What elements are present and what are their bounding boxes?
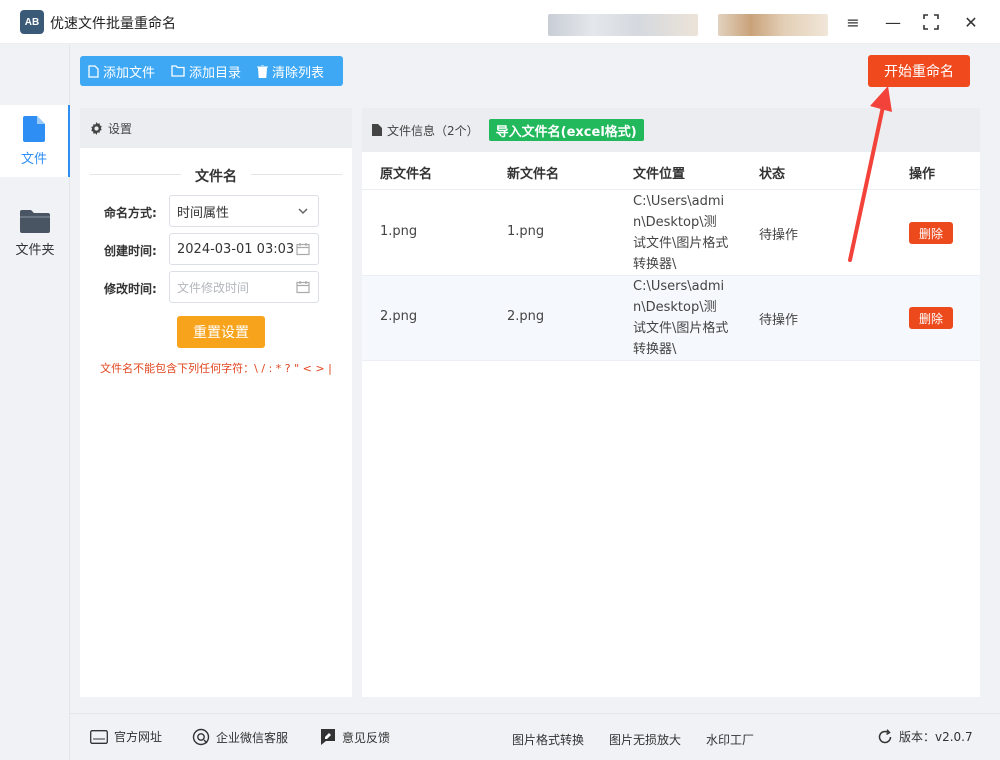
column-header[interactable]: 原文件名 [380,163,432,182]
footer: 官方网址 企业微信客服 意见反馈 图片格式转换 图片无损放大 水印工厂 版本：v… [70,713,1000,760]
official-website-label: 官方网址 [114,730,163,744]
nav-item-folder[interactable]: 文件夹 [0,197,70,269]
file-count: （2个） [435,123,479,138]
nav-item-label: 文件夹 [15,242,55,258]
settings-header: 设置 [80,108,352,148]
new-filename: 1.png [507,224,545,239]
minimize-button[interactable]: — [881,10,905,34]
wechat-icon [192,728,210,746]
file-icon [23,115,45,142]
column-header[interactable]: 操作 [909,163,935,182]
clear-list-label: 清除列表 [272,65,325,81]
add-directory-label: 添加目录 [189,65,242,81]
table-row[interactable]: 2.png 2.png C:\Users\admin\Desktop\测试文件\… [362,276,980,361]
file-outline-icon [88,64,99,78]
nav-item-label: 文件 [20,151,47,167]
reset-settings-button[interactable]: 重置设置 [177,316,265,348]
chevron-down-icon [298,208,308,215]
left-nav: 文件 文件夹 [0,45,70,760]
created-time-value: 2024-03-01 03:03 [177,241,295,257]
nav-item-file[interactable]: 文件 [0,105,70,177]
title-bar: AB 优速文件批量重命名 ≡ — ✕ [0,0,1000,44]
website-icon [90,729,108,744]
app-title: 优速文件批量重命名 [50,16,176,32]
add-directory-button[interactable]: 添加目录 [171,62,241,81]
naming-mode-label: 命名方式: [104,206,157,220]
folder-outline-icon [171,65,185,77]
table-row[interactable]: 1.png 1.png C:\Users\admin\Desktop\测试文件\… [362,191,980,276]
file-status: 待操作 [759,313,799,328]
gear-icon [91,121,102,135]
created-time-label: 创建时间: [104,244,157,258]
trash-icon [257,64,269,78]
modified-time-label: 修改时间: [104,282,157,296]
feedback-label: 意见反馈 [342,730,391,745]
blurred-avatar-info [718,14,828,36]
file-location: C:\Users\admin\Desktop\测试文件\图片格式转换器\ [633,279,729,357]
modified-time-input[interactable]: 文件修改时间 [169,271,319,303]
calendar-icon [296,243,310,256]
delete-button[interactable]: 删除 [909,222,953,244]
folder-icon [20,209,50,233]
delete-button[interactable]: 删除 [909,307,953,329]
clear-list-button[interactable]: 清除列表 [257,62,324,81]
file-info-header: 文件信息 （2个） 导入文件名(excel格式) [362,108,980,152]
feedback-link[interactable]: 意见反馈 [320,728,390,746]
version-info[interactable]: 版本：v2.0.7 [877,728,973,745]
document-icon [372,124,382,136]
maximize-icon [923,14,939,30]
watermark-factory-link[interactable]: 水印工厂 [706,731,754,748]
section-title: 文件名 [80,166,352,186]
refresh-icon [878,728,892,743]
created-time-input[interactable]: 2024-03-01 03:03 [169,233,319,265]
blurred-account-info [548,14,698,36]
calendar-icon [296,281,310,294]
version-label: 版本：v2.0.7 [899,730,973,744]
column-header[interactable]: 文件位置 [633,163,685,182]
add-file-button[interactable]: 添加文件 [88,62,155,81]
import-filenames-button[interactable]: 导入文件名(excel格式) [488,119,644,141]
settings-panel: 设置 文件名 命名方式: 时间属性 创建时间: 2024-03-01 03:03… [80,108,352,697]
original-filename: 1.png [380,224,418,239]
wechat-service-link[interactable]: 企业微信客服 [192,728,288,746]
menu-button[interactable]: ≡ [841,10,865,34]
filename-warning: 文件名不能包含下列任何字符：\ / : * ? " < > | [100,362,332,375]
app-logo: AB [20,10,44,34]
file-info-header-label: 文件信息 [387,123,436,138]
table-header: 原文件名 新文件名 文件位置 状态 操作 [362,152,980,190]
file-location: C:\Users\admin\Desktop\测试文件\图片格式转换器\ [633,194,729,272]
file-status: 待操作 [759,228,799,243]
new-filename: 2.png [507,309,545,324]
naming-mode-value: 时间属性 [177,205,230,221]
naming-mode-select[interactable]: 时间属性 [169,195,319,227]
maximize-button[interactable] [919,10,943,34]
file-info-panel: 文件信息 （2个） 导入文件名(excel格式) 原文件名 新文件名 文件位置 … [362,108,980,697]
wechat-service-label: 企业微信客服 [216,730,289,745]
modified-time-placeholder: 文件修改时间 [177,280,250,295]
start-rename-button[interactable]: 开始重命名 [868,55,970,87]
toolbar: 添加文件 添加目录 清除列表 [80,56,343,86]
official-website-link[interactable]: 官方网址 [90,728,162,745]
image-lossless-zoom-link[interactable]: 图片无损放大 [609,731,681,748]
add-file-label: 添加文件 [103,65,156,81]
close-button[interactable]: ✕ [959,10,983,34]
column-header[interactable]: 新文件名 [507,163,559,182]
column-header[interactable]: 状态 [759,163,785,182]
original-filename: 2.png [380,309,418,324]
settings-header-label: 设置 [108,121,133,136]
feedback-icon [321,729,335,745]
image-format-convert-link[interactable]: 图片格式转换 [512,731,584,748]
